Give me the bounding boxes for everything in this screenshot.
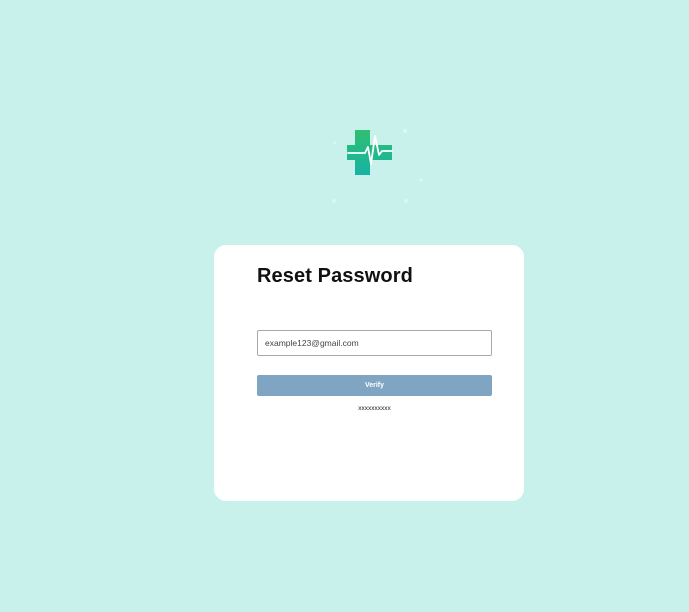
medical-cross-heartbeat-icon — [332, 103, 429, 203]
reset-password-card: Reset Password Verify xxxxxxxxxx — [214, 245, 524, 501]
footnote-text: xxxxxxxxxx — [358, 405, 391, 412]
page-title: Reset Password — [257, 265, 413, 287]
app-logo — [315, 98, 429, 208]
email-field[interactable] — [257, 330, 492, 356]
verify-button[interactable]: Verify — [257, 375, 492, 396]
